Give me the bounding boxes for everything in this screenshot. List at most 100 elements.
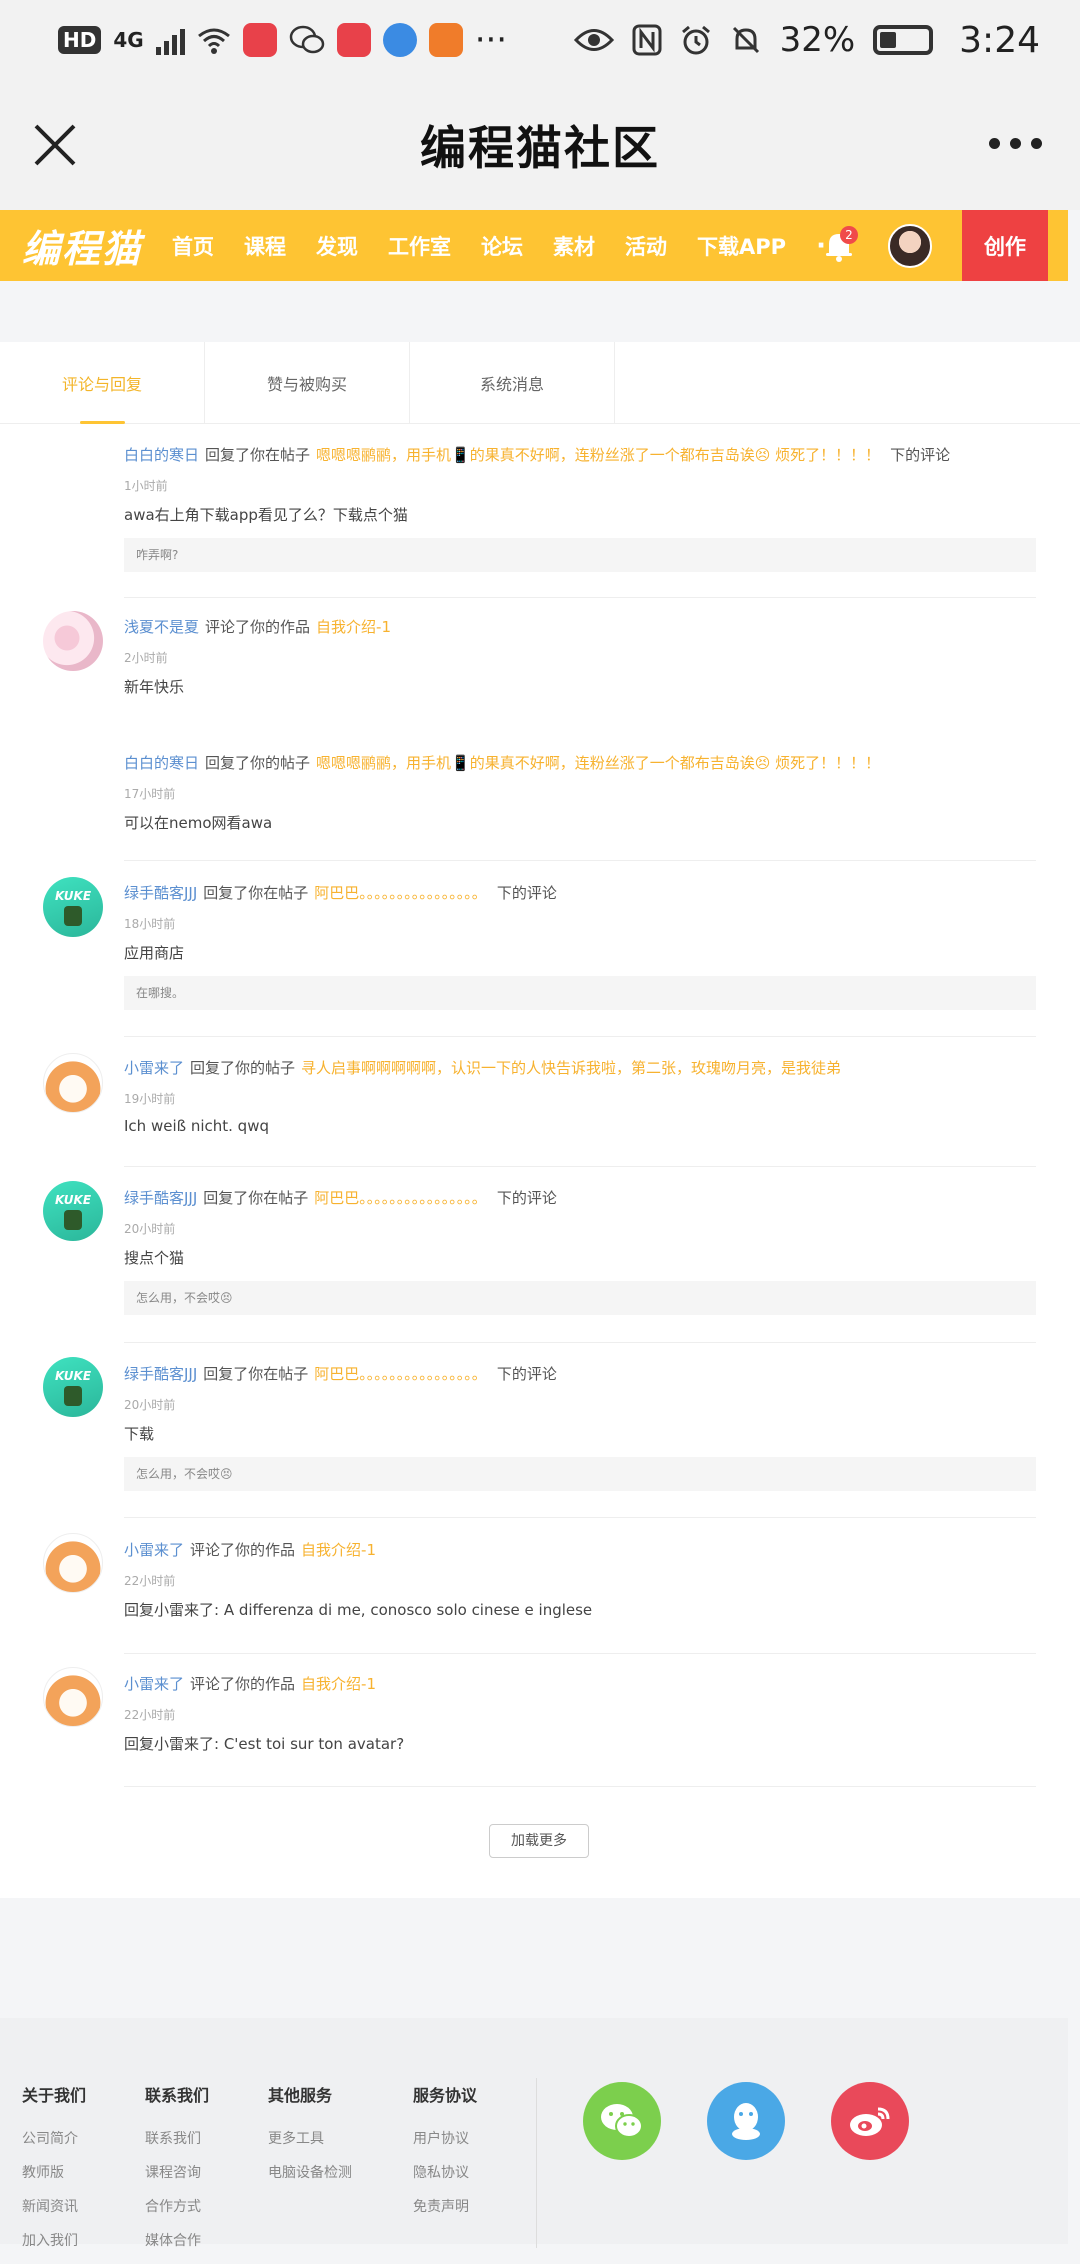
footer-link[interactable]: 隐私协议 — [413, 2162, 477, 2182]
user-link[interactable]: 白白的寒日 — [124, 446, 199, 464]
avatar[interactable]: KUKE — [43, 877, 103, 937]
avatar[interactable]: KUKE — [43, 1181, 103, 1241]
nav-item-events[interactable]: 活动 — [625, 231, 667, 261]
divider — [124, 1036, 1036, 1037]
footer-link[interactable]: 合作方式 — [145, 2196, 209, 2216]
book-app-icon — [242, 23, 277, 57]
wifi-icon — [197, 28, 230, 54]
list-item: 绿手酷客JJJ 回复了你在帖子 阿巴巴。。。。。。。。。。。。。。。。 下的评论 20小… — [124, 1363, 1036, 1491]
signal-icon — [155, 25, 185, 55]
user-link[interactable]: 绿手酷客JJJ — [124, 1365, 197, 1383]
footer-link[interactable]: 免责声明 — [413, 2196, 477, 2216]
user-link[interactable]: 小雷来了 — [124, 1059, 184, 1077]
user-link[interactable]: 浅夏不是夏 — [124, 618, 199, 636]
tab-likes-purchases[interactable]: 赞与被购买 — [205, 342, 410, 424]
footer-link[interactable]: 加入我们 — [22, 2230, 86, 2250]
message-header: 白白的寒日 回复了你的帖子 嗯嗯嗯鹂鹂，用手机📱的果真不好啊，连粉丝涨了一个都布吉岛… — [124, 752, 1036, 773]
nav-item-studio[interactable]: 工作室 — [388, 231, 451, 261]
list-item: 白白的寒日 回复了你在帖子 嗯嗯嗯鹂鹂，用手机📱的果真不好啊，连粉丝涨了一个都布吉岛… — [124, 444, 1036, 572]
reference-link[interactable]: 嗯嗯嗯鹂鹂，用手机📱的果真不好啊，连粉丝涨了一个都布吉岛诶😣 烦死了！！！！ — [316, 446, 880, 464]
tail-text: 下的评论 — [496, 1365, 557, 1383]
user-link[interactable]: 绿手酷客JJJ — [124, 1189, 197, 1207]
status-bar: HD 4G ··· 32% 3:24 — [0, 0, 1080, 80]
list-item: 白白的寒日 回复了你的帖子 嗯嗯嗯鹂鹂，用手机📱的果真不好啊，连粉丝涨了一个都布吉岛… — [124, 752, 1036, 833]
battery-icon — [873, 25, 934, 55]
avatar[interactable] — [43, 1053, 103, 1113]
nav-item-courses[interactable]: 课程 — [244, 231, 286, 261]
footer-link[interactable]: 公司简介 — [22, 2128, 86, 2148]
message-header: 绿手酷客JJJ 回复了你在帖子 阿巴巴。。。。。。。。。。。。。。。。 下的评论 — [124, 1187, 1036, 1208]
reference-link[interactable]: 阿巴巴。。。。。。。。。。。。。。。。 — [314, 1189, 487, 1207]
user-link[interactable]: 小雷来了 — [124, 1675, 184, 1693]
reference-link[interactable]: 自我介绍-1 — [316, 618, 391, 636]
action-text: 评论了你的作品 — [190, 1541, 296, 1559]
quoted-comment: 怎么用，不会哎😣 — [124, 1281, 1036, 1315]
user-avatar[interactable] — [888, 224, 932, 268]
divider — [124, 1517, 1036, 1518]
nav-item-home[interactable]: 首页 — [172, 231, 214, 261]
list-item: 小雷来了 评论了你的作品 自我介绍-1 22小时前 回复小雷来了: C'est toi … — [124, 1673, 1036, 1754]
user-link[interactable]: 绿手酷客JJJ — [124, 884, 197, 902]
message-header: 小雷来了 评论了你的作品 自我介绍-1 — [124, 1673, 1036, 1694]
user-link[interactable]: 白白的寒日 — [124, 754, 199, 772]
action-text: 回复了你在帖子 — [203, 1365, 309, 1383]
alarm-icon — [681, 25, 710, 55]
footer-link[interactable]: 电脑设备检测 — [268, 2162, 352, 2182]
nav-item-forum[interactable]: 论坛 — [481, 231, 523, 261]
nav-item-discover[interactable]: 发现 — [316, 231, 358, 261]
wechat-icon[interactable] — [583, 2082, 661, 2160]
quoted-comment: 怎么用，不会哎😣 — [124, 1457, 1036, 1491]
divider — [124, 597, 1036, 598]
footer-link[interactable]: 教师版 — [22, 2162, 86, 2182]
timestamp: 19小时前 — [124, 1092, 176, 1106]
footer-heading: 联系我们 — [145, 2086, 210, 2105]
footer-link[interactable]: 用户协议 — [413, 2128, 477, 2148]
nav-item-materials[interactable]: 素材 — [553, 231, 595, 261]
site-logo[interactable]: 编程猫 — [22, 218, 142, 273]
reference-link[interactable]: 自我介绍-1 — [301, 1541, 376, 1559]
tab-system-messages[interactable]: 系统消息 — [410, 342, 615, 424]
reference-link[interactable]: 嗯嗯嗯鹂鹂，用手机📱的果真不好啊，连粉丝涨了一个都布吉岛诶😣 烦死了！！！！ — [316, 754, 880, 772]
video-app-icon — [428, 23, 463, 57]
footer-link[interactable]: 联系我们 — [145, 2128, 209, 2148]
huawei-store-icon — [336, 23, 371, 57]
user-link[interactable]: 小雷来了 — [124, 1541, 184, 1559]
reference-link[interactable]: 寻人启事啊啊啊啊啊，认识一下的人快告诉我啦，第二张，玫瑰吻月亮，是我徒弟 — [301, 1059, 841, 1077]
footer: 关于我们 公司简介 教师版 新闻资讯 加入我们 联系我们 联系我们 课程咨询 合… — [0, 2018, 1068, 2249]
avatar[interactable] — [43, 611, 103, 671]
quoted-comment: 在哪搜。 — [124, 976, 1036, 1010]
more-menu-icon[interactable] — [989, 138, 1042, 149]
footer-col-contact: 联系我们 联系我们 课程咨询 合作方式 媒体合作 — [145, 2082, 209, 2264]
load-more-button[interactable]: 加载更多 — [489, 1824, 589, 1858]
tab-comments-replies[interactable]: 评论与回复 — [0, 342, 205, 424]
avatar[interactable]: KUKE — [43, 1357, 103, 1417]
divider — [124, 1166, 1036, 1167]
footer-link[interactable]: 更多工具 — [268, 2128, 352, 2148]
eye-icon — [573, 29, 614, 51]
timestamp: 20小时前 — [124, 1398, 176, 1412]
avatar[interactable] — [43, 1533, 103, 1593]
avatar[interactable] — [43, 1667, 103, 1727]
action-text: 回复了你的帖子 — [205, 754, 311, 772]
message-header: 白白的寒日 回复了你在帖子 嗯嗯嗯鹂鹂，用手机📱的果真不好啊，连粉丝涨了一个都布吉岛… — [124, 444, 1036, 465]
reference-link[interactable]: 阿巴巴。。。。。。。。。。。。。。。。 — [314, 1365, 487, 1383]
create-button[interactable]: 创作 — [962, 210, 1048, 281]
reference-link[interactable]: 自我介绍-1 — [301, 1675, 376, 1693]
nav-item-download-app[interactable]: 下载APP — [697, 231, 786, 261]
close-icon[interactable] — [30, 120, 80, 170]
message-body: 下载 — [124, 1425, 155, 1443]
action-text: 回复了你在帖子 — [205, 446, 311, 464]
footer-link[interactable]: 媒体合作 — [145, 2230, 209, 2250]
weibo-icon[interactable] — [831, 2082, 909, 2160]
message-body: awa右上角下载app看见了么？下载点个猫 — [124, 506, 408, 524]
action-text: 回复了你的帖子 — [190, 1059, 296, 1077]
footer-divider — [536, 2078, 537, 2248]
qq-icon[interactable] — [707, 2082, 785, 2160]
reference-link[interactable]: 阿巴巴。。。。。。。。。。。。。。。。 — [314, 884, 487, 902]
footer-link[interactable]: 新闻资讯 — [22, 2196, 86, 2216]
battery-percent: 32% — [779, 20, 856, 60]
footer-link[interactable]: 课程咨询 — [145, 2162, 209, 2182]
more-notifications: ··· — [474, 20, 508, 60]
message-body: 回复小雷来了: A differenza di me, conosco solo… — [124, 1601, 593, 1619]
message-body: 应用商店 — [124, 944, 185, 962]
